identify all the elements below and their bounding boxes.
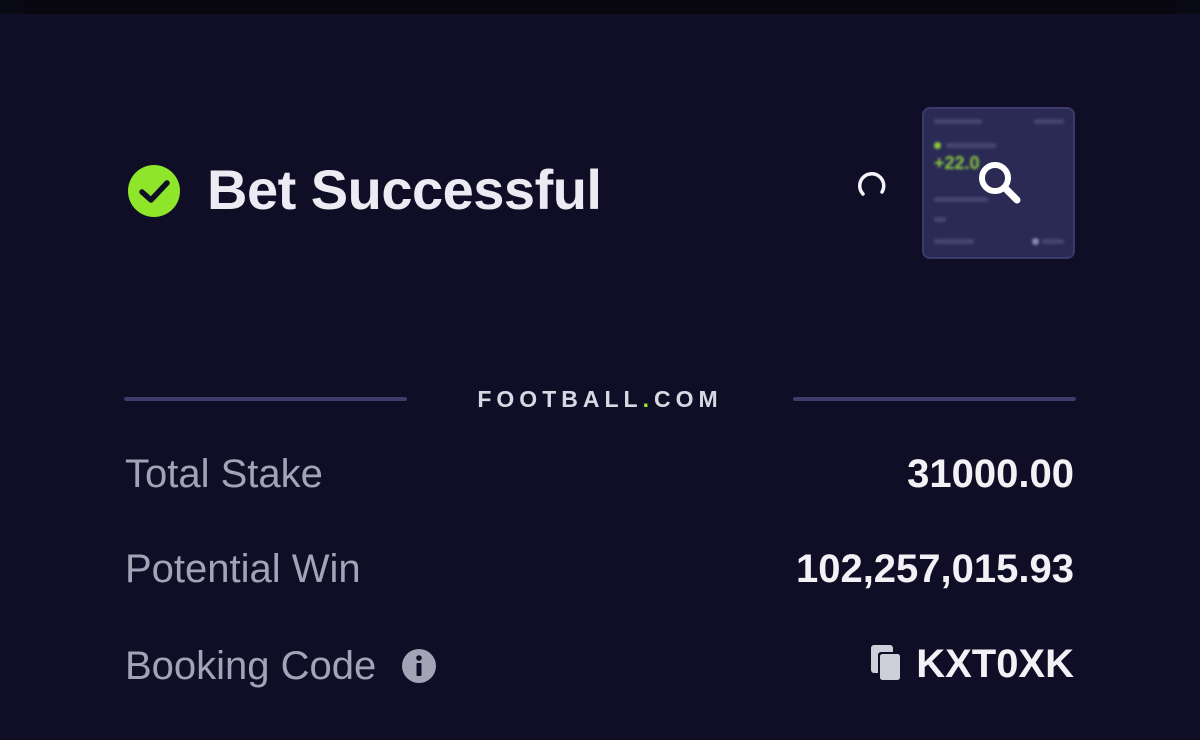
info-icon[interactable] [401, 648, 437, 684]
booking-code-value[interactable]: KXT0XK [916, 638, 1074, 690]
total-stake-label: Total Stake [125, 452, 323, 496]
thumbnail-line [934, 119, 982, 124]
brand-name-part: COM [653, 386, 723, 412]
brand-name-part: FOOTBALL [477, 386, 643, 412]
copy-icon[interactable] [868, 643, 904, 683]
check-circle-icon [128, 165, 180, 217]
thumbnail-line [946, 143, 996, 148]
top-strip [0, 0, 1200, 14]
spinner-icon [858, 172, 886, 196]
potential-win-value: 102,257,015.93 [795, 547, 1074, 591]
thumbnail-line [1042, 239, 1064, 244]
thumbnail-line [934, 239, 974, 244]
brand-logo: FOOTBALL.COM [440, 384, 760, 414]
brand-dot: . [642, 386, 654, 412]
thumbnail-dot [934, 142, 941, 149]
total-stake-value: 31000.00 [907, 452, 1074, 496]
divider-left [124, 397, 407, 401]
thumbnail-amount: +22.0 [934, 153, 980, 173]
top-strip-inner [24, 0, 1176, 14]
potential-win-label: Potential Win [125, 547, 361, 591]
share-preview-thumbnail[interactable]: +22.0 [922, 107, 1075, 259]
booking-code-label: Booking Code [125, 644, 377, 688]
thumbnail-line [934, 217, 946, 222]
page-title: Bet Successful [207, 158, 602, 221]
thumbnail-line [1034, 119, 1064, 124]
thumbnail-dot [1032, 238, 1039, 245]
divider-right [793, 397, 1076, 401]
magnifier-icon[interactable] [976, 159, 1022, 205]
